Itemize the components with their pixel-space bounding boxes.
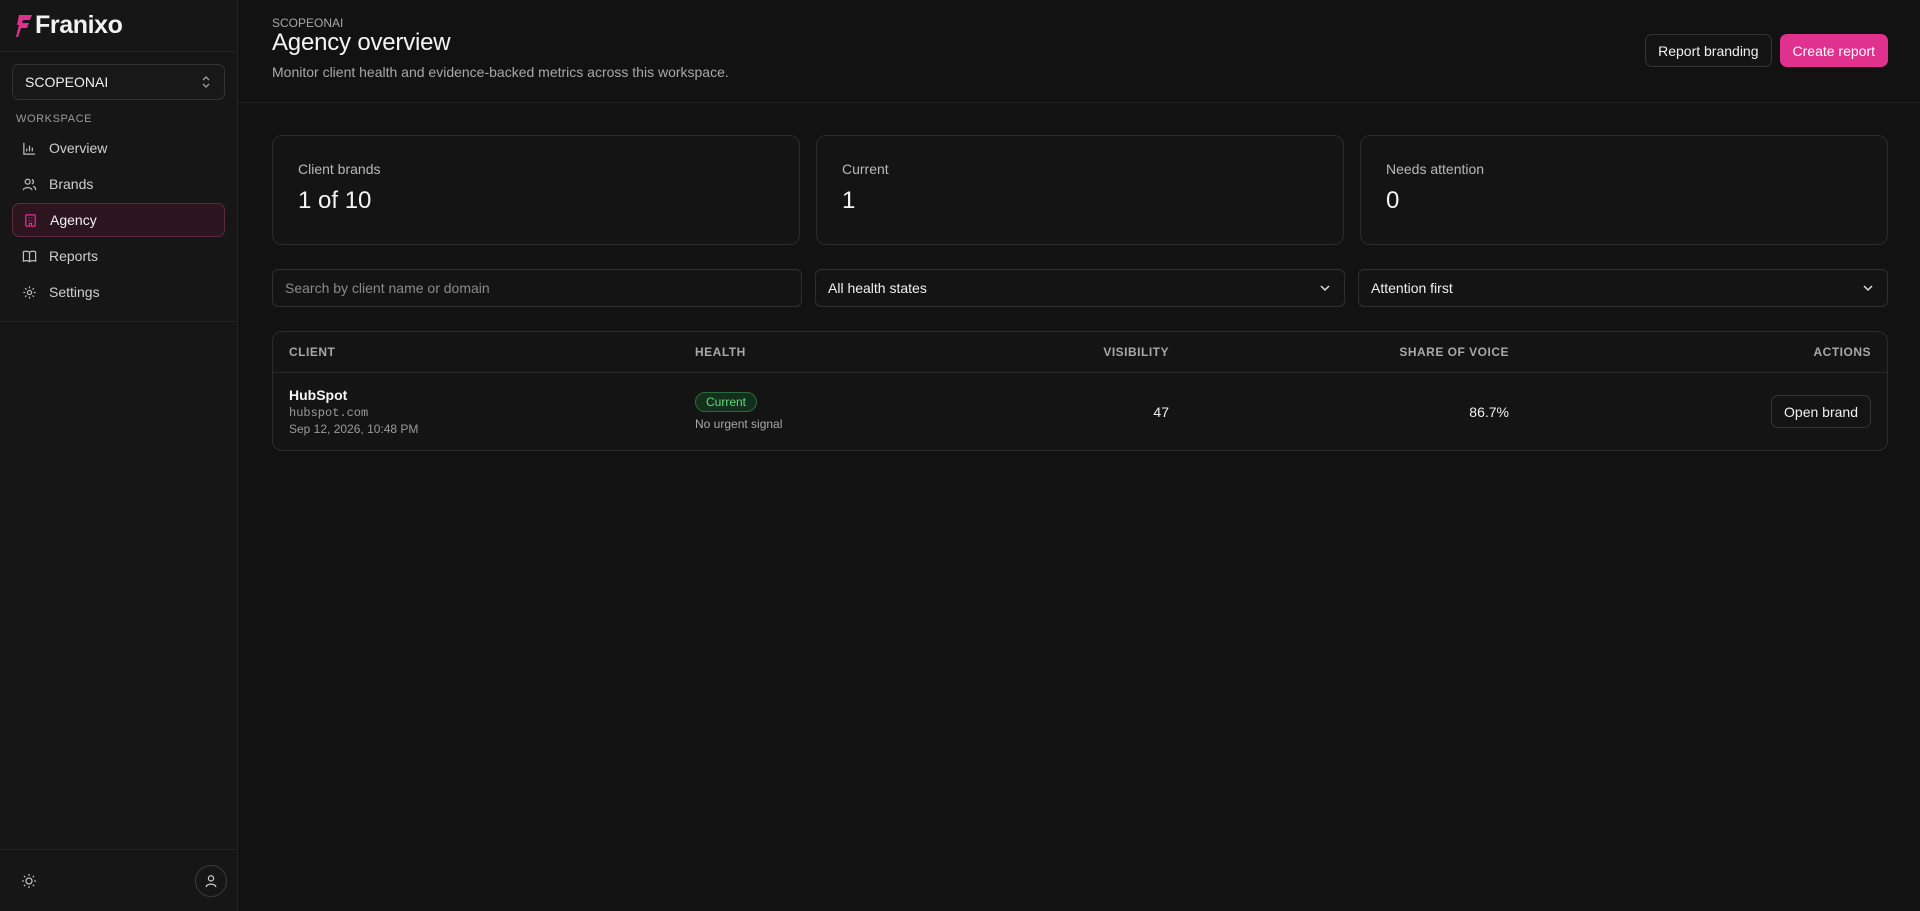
filters-row: All health states Attention first [272, 269, 1888, 307]
section-label-workspace: WORKSPACE [16, 113, 93, 125]
building-icon [25, 213, 36, 227]
book-icon [22, 250, 37, 262]
stat-label: Current [842, 161, 889, 177]
health-state-select[interactable]: All health states [815, 269, 1345, 307]
search-input[interactable] [285, 280, 789, 296]
sidebar-item-label: Reports [49, 248, 99, 264]
stat-card-current: Current 1 [816, 135, 1344, 245]
column-header-share-of-voice: SHARE OF VOICE [1399, 345, 1509, 359]
sidebar-item-reports[interactable]: Reports [12, 239, 225, 273]
client-cell: HubSpot hubspot.com Sep 12, 2026, 10:48 … [289, 387, 695, 436]
stat-card-client-brands: Client brands 1 of 10 [272, 135, 800, 245]
chevron-up-down-icon [202, 76, 210, 88]
stat-value: 0 [1386, 187, 1400, 214]
stat-value: 1 [842, 187, 856, 214]
search-box [272, 269, 802, 307]
visibility-value: 47 [1153, 403, 1169, 420]
sidebar-item-label: Overview [49, 140, 108, 156]
avatar[interactable] [195, 864, 227, 897]
page-header: SCOPEONAI Agency overview Monitor client… [238, 0, 1920, 103]
sidebar-item-agency[interactable]: Agency [12, 203, 225, 237]
sidebar-item-overview[interactable]: Overview [12, 131, 225, 165]
table-row: HubSpot hubspot.com Sep 12, 2026, 10:48 … [273, 373, 1887, 450]
logo[interactable]: Franixo [0, 0, 237, 52]
sidebar-item-label: Brands [49, 176, 94, 192]
stat-label: Client brands [298, 161, 381, 177]
app-name: Franixo [35, 11, 123, 39]
create-report-button[interactable]: Create report [1779, 34, 1888, 67]
sidebar-item-brands[interactable]: Brands [12, 167, 225, 201]
user-icon [205, 874, 217, 887]
stat-card-needs-attention: Needs attention 0 [1360, 135, 1888, 245]
column-header-health: HEALTH [695, 345, 746, 359]
header-actions: Report branding Create report [1645, 34, 1888, 67]
sidebar-nav: Overview Brands Agency Reports Settings [0, 127, 237, 322]
share-of-voice-value: 86.7% [1469, 403, 1509, 420]
client-name: HubSpot [289, 387, 348, 403]
workspace-select-value: SCOPEONAI [25, 74, 109, 90]
health-cell: Current No urgent signal [695, 392, 925, 431]
main: SCOPEONAI Agency overview Monitor client… [238, 0, 1920, 911]
actions-cell: Open brand [1509, 395, 1871, 428]
stat-value: 1 of 10 [298, 187, 372, 214]
breadcrumb: SCOPEONAI [272, 16, 344, 30]
sun-icon[interactable] [21, 873, 37, 889]
client-domain: hubspot.com [289, 406, 369, 420]
table-header: CLIENT HEALTH VISIBILITY SHARE OF VOICE … [273, 332, 1887, 373]
sidebar: Franixo SCOPEONAI WORKSPACE Overview Bra… [0, 0, 238, 911]
health-note: No urgent signal [695, 417, 783, 431]
sort-select-value: Attention first [1371, 280, 1453, 296]
app-root: Franixo SCOPEONAI WORKSPACE Overview Bra… [0, 0, 1920, 911]
sidebar-item-label: Agency [50, 212, 97, 228]
users-icon [22, 178, 37, 190]
workspace-select[interactable]: SCOPEONAI [12, 64, 225, 100]
stat-label: Needs attention [1386, 161, 1485, 177]
chevron-down-icon [1320, 285, 1330, 292]
column-header-visibility: VISIBILITY [1103, 345, 1169, 359]
status-badge: Current [695, 392, 758, 412]
health-state-select-value: All health states [828, 280, 927, 296]
column-header-client: CLIENT [289, 345, 336, 359]
chevron-down-icon [1863, 285, 1873, 292]
column-header-actions: ACTIONS [1813, 345, 1871, 359]
stats-row: Client brands 1 of 10 Current 1 Needs at… [272, 135, 1888, 245]
sidebar-item-settings[interactable]: Settings [12, 275, 225, 309]
client-updated-date: Sep 12, 2026, 10:48 PM [289, 422, 419, 436]
open-brand-button[interactable]: Open brand [1771, 395, 1871, 428]
franixo-logo-icon [16, 14, 32, 37]
sort-select[interactable]: Attention first [1358, 269, 1888, 307]
report-branding-button[interactable]: Report branding [1645, 34, 1772, 67]
sidebar-footer [0, 849, 237, 911]
bar-chart-icon [23, 142, 36, 155]
gear-icon [23, 285, 36, 299]
sidebar-item-label: Settings [49, 284, 100, 300]
content: Client brands 1 of 10 Current 1 Needs at… [238, 103, 1920, 451]
clients-table: CLIENT HEALTH VISIBILITY SHARE OF VOICE … [272, 331, 1888, 451]
